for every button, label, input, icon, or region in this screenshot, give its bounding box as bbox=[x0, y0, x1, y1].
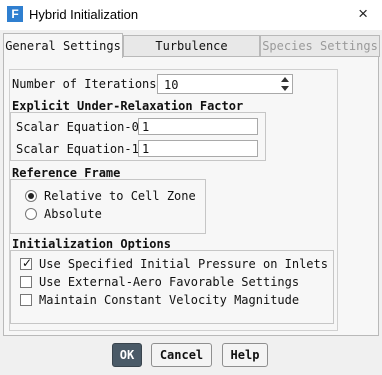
checkbox-external-aero[interactable] bbox=[20, 276, 32, 288]
relative-to-cell-zone-label: Relative to Cell Zone bbox=[44, 189, 196, 203]
tab-turbulence-settings[interactable]: Turbulence Settings bbox=[123, 35, 260, 74]
spin-down-icon[interactable] bbox=[281, 86, 289, 91]
scalar1-input[interactable]: 1 bbox=[138, 140, 258, 157]
iterations-label: Number of Iterations bbox=[12, 77, 157, 91]
ok-button[interactable]: OK bbox=[112, 343, 142, 367]
checkmark-icon: ✓ bbox=[22, 256, 33, 270]
scalar0-input[interactable]: 1 bbox=[138, 118, 258, 135]
tab-general-settings[interactable]: General Settings bbox=[3, 33, 123, 58]
tab-species-settings: Species Settings bbox=[260, 35, 380, 57]
absolute-label: Absolute bbox=[44, 207, 102, 221]
reference-frame-group bbox=[10, 179, 206, 234]
help-button[interactable]: Help bbox=[222, 343, 268, 367]
constant-velocity-label: Maintain Constant Velocity Magnitude bbox=[39, 293, 300, 307]
external-aero-label: Use External-Aero Favorable Settings bbox=[39, 275, 300, 289]
reference-frame-title: Reference Frame bbox=[12, 166, 121, 180]
spin-up-icon[interactable] bbox=[281, 77, 289, 82]
iterations-input[interactable]: 10 bbox=[157, 74, 293, 94]
radio-relative-to-cell-zone[interactable] bbox=[25, 190, 37, 202]
scalar1-label: Scalar Equation-1 bbox=[16, 142, 139, 156]
title-bar: F Hybrid Initialization × bbox=[0, 0, 382, 30]
window-title: Hybrid Initialization bbox=[29, 7, 139, 22]
radio-absolute[interactable] bbox=[25, 208, 37, 220]
close-icon[interactable]: × bbox=[358, 4, 368, 24]
checkbox-constant-velocity[interactable] bbox=[20, 294, 32, 306]
scalar0-label: Scalar Equation-0 bbox=[16, 120, 139, 134]
specified-initial-pressure-label: Use Specified Initial Pressure on Inlets bbox=[39, 257, 328, 271]
checkbox-specified-initial-pressure[interactable]: ✓ bbox=[20, 256, 33, 270]
initialization-options-title: Initialization Options bbox=[12, 237, 171, 251]
relaxation-section-title: Explicit Under-Relaxation Factor bbox=[12, 99, 244, 113]
fluent-app-icon: F bbox=[7, 6, 23, 22]
cancel-button[interactable]: Cancel bbox=[151, 343, 212, 367]
